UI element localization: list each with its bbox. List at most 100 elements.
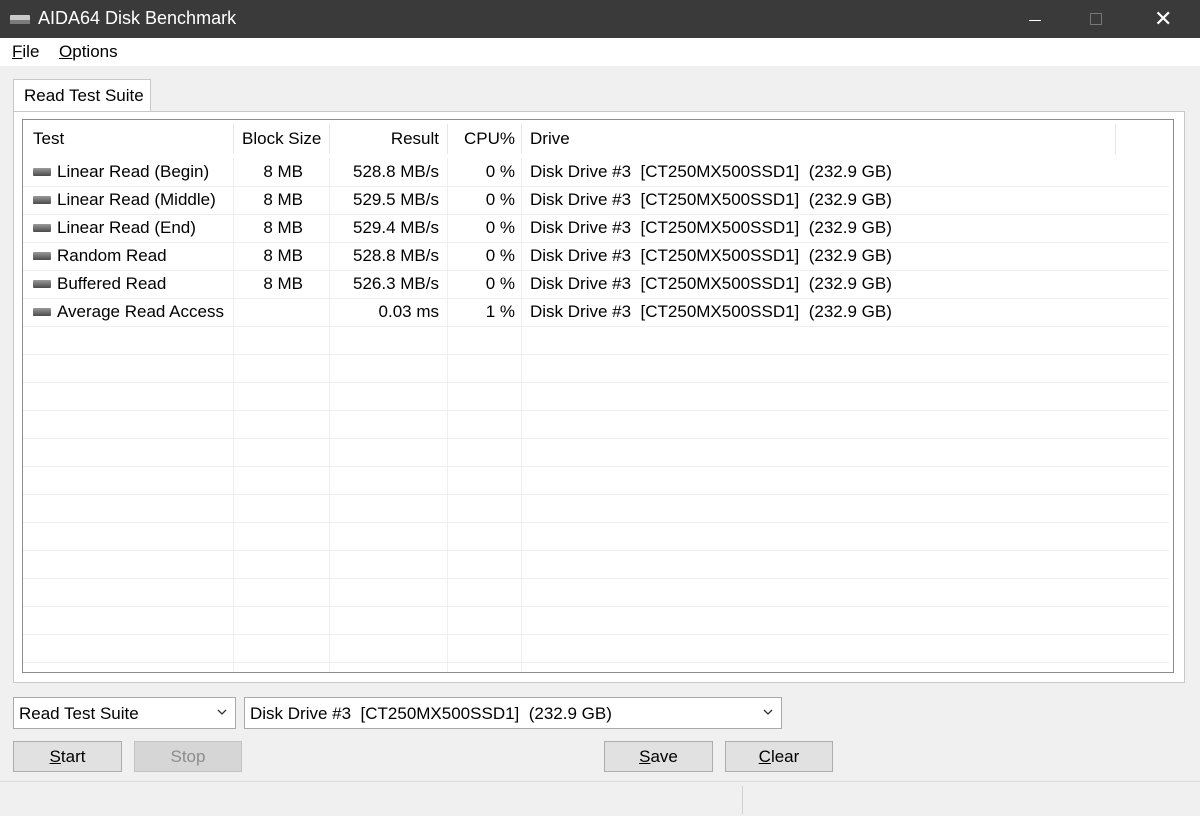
cell-drive: Disk Drive #3 [CT250MX500SSD1] (232.9 GB… xyxy=(530,162,892,181)
test-name: Linear Read (Begin) xyxy=(57,162,210,181)
test-name: Buffered Read xyxy=(57,274,167,293)
table-row[interactable]: Average Read Access 0.03 ms 1 % Disk Dri… xyxy=(23,298,1173,326)
test-name: Random Read xyxy=(57,246,167,265)
maximize-button xyxy=(1064,0,1124,38)
column-header-cpu[interactable]: CPU% xyxy=(447,120,515,158)
cell-block-size xyxy=(241,298,303,326)
menu-bar: File Options xyxy=(0,38,1200,66)
minimize-icon xyxy=(1029,20,1041,21)
test-name: Linear Read (End) xyxy=(57,218,196,237)
chevron-down-icon xyxy=(763,709,773,715)
tab-label: Read Test Suite xyxy=(24,86,144,105)
cell-block-size: 8 MB xyxy=(263,246,303,265)
table-row[interactable]: Linear Read (Middle) 8 MB 529.5 MB/s 0 %… xyxy=(23,186,1173,214)
clear-accel: C xyxy=(758,747,771,766)
cell-test: Linear Read (End) xyxy=(33,214,233,242)
drive-icon xyxy=(33,167,51,176)
drive-icon xyxy=(33,195,51,204)
cell-result: 526.3 MB/s xyxy=(353,274,439,293)
save-button[interactable]: Save xyxy=(604,741,713,772)
aida64-disk-benchmark-window: AIDA64 Disk Benchmark ✕ File Options Rea… xyxy=(0,0,1200,816)
grid-line xyxy=(23,578,1169,579)
close-icon: ✕ xyxy=(1154,6,1173,31)
menu-options[interactable]: Options xyxy=(59,42,118,62)
grid-line xyxy=(23,382,1169,383)
column-divider[interactable] xyxy=(233,124,234,154)
cell-block-size: 8 MB xyxy=(263,162,303,181)
table-row[interactable]: Linear Read (Begin) 8 MB 528.8 MB/s 0 % … xyxy=(23,158,1173,186)
test-suite-select[interactable]: Read Test Suite xyxy=(13,697,236,729)
cell-result: 0.03 ms xyxy=(378,302,439,321)
cell-drive: Disk Drive #3 [CT250MX500SSD1] (232.9 GB… xyxy=(530,246,892,265)
drive-app-icon xyxy=(10,15,30,24)
grid-line xyxy=(23,662,1169,663)
column-header-block-size[interactable]: Block Size xyxy=(242,120,321,158)
minimize-button[interactable] xyxy=(1004,0,1064,38)
start-button[interactable]: Start xyxy=(13,741,122,772)
cell-result: 528.8 MB/s xyxy=(353,162,439,181)
cell-test: Linear Read (Begin) xyxy=(33,158,233,186)
grid-line xyxy=(23,326,1169,327)
grid-line xyxy=(23,466,1169,467)
column-divider[interactable] xyxy=(1115,124,1116,154)
cell-test: Buffered Read xyxy=(33,270,233,298)
stop-button[interactable]: Stop xyxy=(134,741,242,772)
column-divider[interactable] xyxy=(521,124,522,154)
window-title: AIDA64 Disk Benchmark xyxy=(38,8,237,28)
grid-line xyxy=(23,438,1169,439)
maximize-icon xyxy=(1090,13,1102,25)
cell-cpu: 0 % xyxy=(485,274,515,293)
menu-options-label: ptions xyxy=(72,42,118,61)
cell-cpu: 0 % xyxy=(485,190,515,209)
column-header-test[interactable]: Test xyxy=(33,120,64,158)
grid-line xyxy=(23,354,1169,355)
title-bar[interactable]: AIDA64 Disk Benchmark ✕ xyxy=(0,0,1200,38)
results-list[interactable]: Test Block Size Result CPU% Drive Linear… xyxy=(22,119,1174,673)
table-row[interactable]: Random Read 8 MB 528.8 MB/s 0 % Disk Dri… xyxy=(23,242,1173,270)
drive-icon xyxy=(33,223,51,232)
save-label: ave xyxy=(650,747,678,766)
save-accel: S xyxy=(639,747,651,766)
cell-drive: Disk Drive #3 [CT250MX500SSD1] (232.9 GB… xyxy=(530,302,892,321)
drive-icon xyxy=(33,279,51,288)
cell-drive: Disk Drive #3 [CT250MX500SSD1] (232.9 GB… xyxy=(530,218,892,237)
drive-select[interactable]: Disk Drive #3 [CT250MX500SSD1] (232.9 GB… xyxy=(244,697,782,729)
list-header: Test Block Size Result CPU% Drive xyxy=(23,120,1173,158)
close-button[interactable]: ✕ xyxy=(1124,0,1200,38)
cell-test: Linear Read (Middle) xyxy=(33,186,233,214)
grid-line xyxy=(23,634,1169,635)
test-name: Linear Read (Middle) xyxy=(57,190,216,209)
cell-cpu: 1 % xyxy=(485,302,515,321)
cell-result: 529.4 MB/s xyxy=(353,218,439,237)
drive-icon xyxy=(33,307,51,316)
test-suite-select-value: Read Test Suite xyxy=(19,704,139,723)
cell-block-size: 8 MB xyxy=(263,190,303,209)
column-header-result[interactable]: Result xyxy=(329,120,439,158)
grid-line xyxy=(23,606,1169,607)
clear-button[interactable]: Clear xyxy=(725,741,833,772)
cell-result: 529.5 MB/s xyxy=(353,190,439,209)
start-accel: S xyxy=(49,747,61,766)
drive-select-value: Disk Drive #3 [CT250MX500SSD1] (232.9 GB… xyxy=(250,704,612,723)
cell-result: 528.8 MB/s xyxy=(353,246,439,265)
cell-drive: Disk Drive #3 [CT250MX500SSD1] (232.9 GB… xyxy=(530,274,892,293)
cell-cpu: 0 % xyxy=(485,218,515,237)
column-header-drive[interactable]: Drive xyxy=(530,120,570,158)
cell-cpu: 0 % xyxy=(485,162,515,181)
table-row[interactable]: Buffered Read 8 MB 526.3 MB/s 0 % Disk D… xyxy=(23,270,1173,298)
menu-file[interactable]: File xyxy=(12,42,39,62)
cell-test: Average Read Access xyxy=(33,298,233,326)
drive-icon xyxy=(33,251,51,260)
status-divider xyxy=(742,786,743,814)
stop-label: Stop xyxy=(170,747,206,766)
cell-cpu: 0 % xyxy=(485,246,515,265)
clear-label: lear xyxy=(770,747,800,766)
table-row[interactable]: Linear Read (End) 8 MB 529.4 MB/s 0 % Di… xyxy=(23,214,1173,242)
cell-block-size: 8 MB xyxy=(263,218,303,237)
cell-block-size: 8 MB xyxy=(263,274,303,293)
status-bar xyxy=(0,781,1200,816)
grid-line xyxy=(23,410,1169,411)
tab-read-test-suite[interactable]: Read Test Suite xyxy=(13,79,151,112)
menu-options-accel: O xyxy=(59,42,73,61)
chevron-down-icon xyxy=(217,709,227,715)
